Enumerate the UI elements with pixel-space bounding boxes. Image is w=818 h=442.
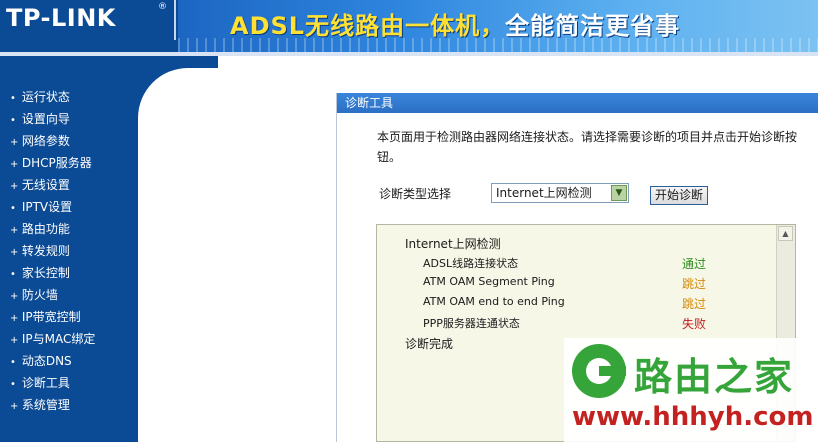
sidebar-item[interactable]: + IP带宽控制 [10,306,95,328]
result-item-name: ADSL线路连接状态 [423,257,519,270]
sidebar-item[interactable]: + 转发规则 [10,240,95,262]
logo-registered-mark: ® [158,2,167,12]
banner-slogan-part2: 全能简洁更省事 [505,12,681,40]
sidebar-item[interactable]: • 运行状态 [10,86,95,108]
result-item-status: 失败 [682,317,707,331]
result-item-name: ATM OAM end to end Ping [423,295,565,308]
sidebar-item[interactable]: • 设置向导 [10,108,95,130]
expand-plus-icon: + [10,225,19,236]
sidebar-item-label: 家长控制 [21,266,70,280]
sidebar-item[interactable]: • 动态DNS [10,350,95,372]
panel-description: 本页面用于检测路由器网络连接状态。请选择需要诊断的项目并点击开始诊断按钮。 [377,130,798,164]
sidebar-item[interactable]: + IP与MAC绑定 [10,328,95,350]
banner-slogan-part1: ADSL无线路由一体机， [230,12,506,40]
sidebar-item[interactable]: + DHCP服务器 [10,152,95,174]
scroll-up-arrow-icon[interactable]: ▲ [778,226,793,241]
sidebar-item-label: 系统管理 [21,398,70,412]
result-item-name: ATM OAM Segment Ping [423,275,555,288]
result-item-status: 跳过 [682,277,707,291]
watermark-title: 路由之家 [634,355,795,399]
sidebar-item[interactable]: • 家长控制 [10,262,95,284]
banner: ADSL无线路由一体机，全能简洁更省事 [178,0,818,52]
sidebar-item-label: 动态DNS [21,354,72,368]
header: TP-LINK ® ADSL无线路由一体机，全能简洁更省事 [0,0,818,56]
expand-plus-icon: + [10,137,19,148]
bullet-icon: • [10,115,16,126]
panel-title: 诊断工具 [337,93,818,113]
sidebar-item-label: 诊断工具 [21,376,70,390]
bullet-icon: • [10,269,16,280]
sidebar-item[interactable]: + 系统管理 [10,394,95,416]
logo: TP-LINK [6,4,116,32]
expand-plus-icon: + [10,401,19,412]
expand-plus-icon: + [10,159,19,170]
result-title: Internet上网检测 [405,237,501,251]
sidebar-item-label: 运行状态 [21,90,70,104]
bullet-icon: • [10,379,16,390]
content-corner [138,56,218,148]
bullet-icon: • [10,203,16,214]
sidebar-item[interactable]: • 诊断工具 [10,372,95,394]
banner-slogan: ADSL无线路由一体机，全能简洁更省事 [230,6,680,41]
diag-type-select-value: Internet上网检测 [496,186,592,200]
sidebar-menu: • 运行状态 • 设置向导 + 网络参数 + DHCP服务器 + 无线设置 • IPTV设… [10,86,95,416]
watermark-url: www.hhhyh.com [572,402,814,432]
sidebar-item[interactable]: • IPTV设置 [10,196,95,218]
expand-plus-icon: + [10,181,19,192]
sidebar-item-label: 路由功能 [21,222,70,236]
sidebar-item-label: 设置向导 [21,112,70,126]
sidebar-item-label: 无线设置 [21,178,70,192]
sidebar: • 运行状态 • 设置向导 + 网络参数 + DHCP服务器 + 无线设置 • IPTV设… [0,56,138,442]
start-diagnosis-button[interactable]: 开始诊断 [650,186,708,205]
sidebar-item[interactable]: + 路由功能 [10,218,95,240]
sidebar-item-label: 网络参数 [21,134,70,148]
diag-type-select[interactable]: Internet上网检测 ▼ [491,183,629,203]
result-item-name: PPP服务器连通状态 [423,317,520,330]
sidebar-item-label: DHCP服务器 [21,156,92,170]
expand-plus-icon: + [10,313,19,324]
sidebar-item[interactable]: + 无线设置 [10,174,95,196]
result-item-status: 通过 [682,257,707,271]
expand-plus-icon: + [10,247,19,258]
bullet-icon: • [10,357,16,368]
sidebar-item-label: IP带宽控制 [21,310,81,324]
watermark: 路由之家 www.hhhyh.com [564,338,818,442]
expand-plus-icon: + [10,335,19,346]
sidebar-item[interactable]: + 网络参数 [10,130,95,152]
sidebar-item-label: IP与MAC绑定 [21,332,96,346]
result-item-status: 跳过 [682,297,707,311]
result-done: 诊断完成 [405,337,454,351]
sidebar-item[interactable]: + 防火墙 [10,284,95,306]
sidebar-item-label: 防火墙 [21,288,58,302]
bullet-icon: • [10,93,16,104]
sidebar-item-label: IPTV设置 [21,200,73,214]
expand-plus-icon: + [10,291,19,302]
router-home-logo-icon [572,344,626,398]
chevron-down-icon[interactable]: ▼ [611,185,627,201]
logo-box: TP-LINK ® [0,0,176,40]
sidebar-item-label: 转发规则 [21,244,70,258]
diag-type-label: 诊断类型选择 [379,187,452,201]
